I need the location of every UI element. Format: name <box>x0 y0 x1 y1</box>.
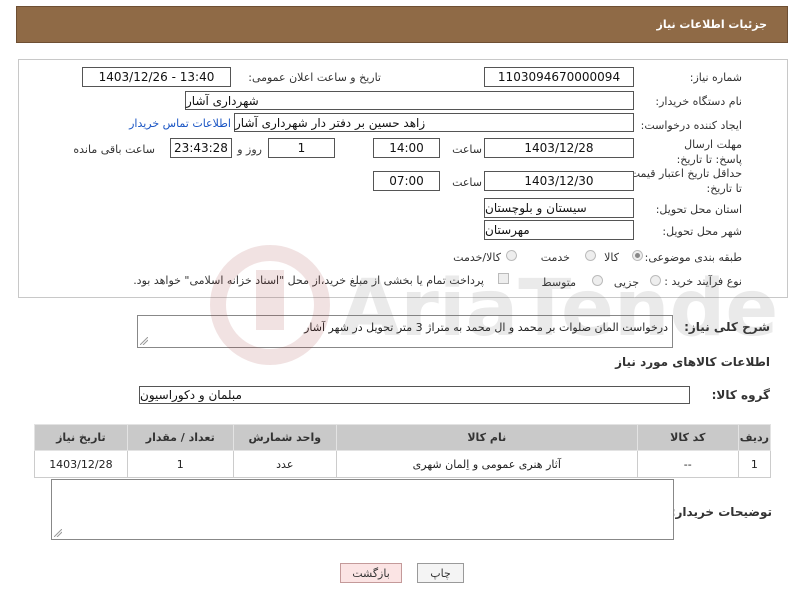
buyer-notes-textarea[interactable] <box>51 479 674 540</box>
goods-table: ردیف کد کالا نام کالا واحد شمارش تعداد /… <box>34 424 772 478</box>
cell-date: 1403/12/28 <box>34 450 128 478</box>
process-type-label: نوع فرآیند خرید : <box>664 275 742 288</box>
announce-datetime-field[interactable]: 1403/12/26 - 13:40 <box>82 67 231 87</box>
resize-handle-icon[interactable] <box>54 529 62 537</box>
category-service-label: خدمت <box>540 251 570 264</box>
print-button[interactable]: چاپ <box>417 563 464 583</box>
buyer-contact-link[interactable]: اطلاعات تماس خریدار <box>129 117 231 130</box>
category-goods-service-radio[interactable] <box>506 250 517 261</box>
resize-handle-icon[interactable] <box>140 337 148 345</box>
col-unit: واحد شمارش <box>232 424 337 451</box>
province-label: استان محل تحویل: <box>655 203 742 216</box>
page-title: جزئیات اطلاعات نیاز <box>656 18 768 31</box>
price-validity-time-label: ساعت <box>452 176 482 189</box>
deadline-time-field[interactable]: 14:00 <box>373 138 440 158</box>
need-number-label: شماره نیاز: <box>689 71 742 84</box>
days-remaining-field[interactable]: 1 <box>268 138 335 158</box>
price-validity-time-field[interactable]: 07:00 <box>373 171 440 191</box>
col-name: نام کالا <box>335 424 638 451</box>
deadline-label: مهلت ارسال پاسخ: تا تاریخ: <box>676 138 742 166</box>
treasury-payment-checkbox[interactable] <box>498 273 509 284</box>
table-row[interactable]: 1 -- آثار هنری عمومی و اِلمان شهری عدد 1… <box>34 450 772 478</box>
description-text: درخواست المان صلوات بر محمد و ال محمد به… <box>304 321 668 334</box>
cell-unit: عدد <box>232 450 337 478</box>
buyer-org-field[interactable]: شهرداری آشار <box>185 91 634 110</box>
process-medium-radio[interactable] <box>592 275 603 286</box>
creator-field[interactable]: زاهد حسین بر دفتر دار شهرداری آشار <box>234 113 634 132</box>
treasury-payment-note: پرداخت تمام یا بخشی از مبلغ خرید،از محل … <box>133 274 484 287</box>
deadline-date-field[interactable]: 1403/12/28 <box>484 138 634 158</box>
time-remaining-field[interactable]: 23:43:28 <box>170 138 232 158</box>
goods-table-header: ردیف کد کالا نام کالا واحد شمارش تعداد /… <box>34 424 772 451</box>
province-field[interactable]: سیستان و بلوچستان <box>484 198 634 218</box>
need-number-field[interactable]: 1103094670000094 <box>484 67 634 87</box>
goods-group-field[interactable]: مبلمان و دکوراسیون <box>139 386 690 404</box>
description-textarea[interactable]: درخواست المان صلوات بر محمد و ال محمد به… <box>137 315 673 348</box>
process-minor-label: جزیی <box>613 276 639 289</box>
page-header: جزئیات اطلاعات نیاز <box>16 6 788 43</box>
cell-quantity: 1 <box>126 450 234 478</box>
col-quantity: تعداد / مقدار <box>126 424 234 451</box>
goods-group-label: گروه کالا: <box>711 388 770 402</box>
back-button[interactable]: بازگشت <box>340 563 402 583</box>
col-row: ردیف <box>737 424 772 451</box>
cell-row: 1 <box>737 450 772 478</box>
price-validity-label: حداقل تاریخ اعتبار قیمت: تا تاریخ: <box>626 167 742 195</box>
cell-code: -- <box>636 450 739 478</box>
category-goods-service-label: کالا/خدمت <box>453 251 501 264</box>
col-code: کد کالا <box>636 424 739 451</box>
category-service-radio[interactable] <box>585 250 596 261</box>
days-label: روز و <box>237 143 262 156</box>
announce-datetime-label: تاریخ و ساعت اعلان عمومی: <box>248 71 381 84</box>
price-validity-date-field[interactable]: 1403/12/30 <box>484 171 634 191</box>
creator-label: ایجاد کننده درخواست: <box>640 119 742 132</box>
deadline-time-label: ساعت <box>452 143 482 156</box>
col-date: تاریخ نیاز <box>34 424 128 451</box>
time-remaining-label: ساعت باقی مانده <box>73 143 155 156</box>
city-field[interactable]: مهرستان <box>484 220 634 240</box>
category-goods-radio[interactable] <box>632 250 643 261</box>
cell-name: آثار هنری عمومی و اِلمان شهری <box>335 450 638 478</box>
goods-section-title: اطلاعات کالاهای مورد نیاز <box>615 355 770 369</box>
category-label: طبقه بندی موضوعی: <box>644 251 742 264</box>
process-minor-radio[interactable] <box>650 275 661 286</box>
category-goods-label: کالا <box>604 251 619 264</box>
description-label: شرح کلی نیاز: <box>684 320 770 334</box>
buyer-org-label: نام دستگاه خریدار: <box>655 95 742 108</box>
process-medium-label: متوسط <box>541 276 576 289</box>
city-label: شهر محل تحویل: <box>662 225 742 238</box>
buyer-notes-label: توضیحات خریدار: <box>670 505 772 519</box>
